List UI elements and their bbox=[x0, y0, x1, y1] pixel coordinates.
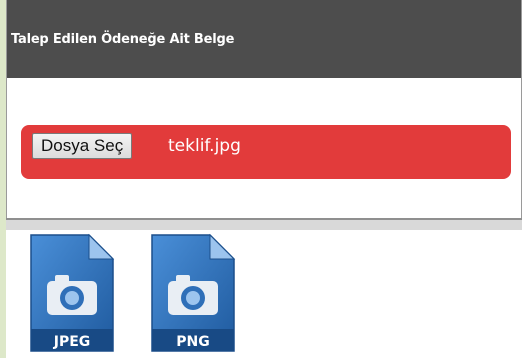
panel-bottom-border bbox=[6, 218, 522, 230]
jpeg-label: JPEG bbox=[53, 334, 91, 350]
upload-panel: Talep Edilen Ödeneğe Ait Belge Dosya Seç… bbox=[6, 0, 522, 226]
selected-file-name: teklif.jpg bbox=[168, 136, 241, 156]
panel-title: Talep Edilen Ödeneğe Ait Belge bbox=[11, 31, 235, 47]
png-file-icon: PNG bbox=[151, 233, 236, 352]
jpeg-file-icon: JPEG bbox=[30, 233, 115, 352]
choose-file-button[interactable]: Dosya Seç bbox=[32, 133, 133, 159]
document-upload-section: Talep Edilen Ödeneğe Ait Belge Dosya Seç… bbox=[0, 0, 526, 358]
png-label: PNG bbox=[176, 334, 209, 350]
file-upload-field: Dosya Seç teklif.jpg bbox=[21, 125, 511, 179]
panel-header: Talep Edilen Ödeneğe Ait Belge bbox=[7, 0, 521, 78]
